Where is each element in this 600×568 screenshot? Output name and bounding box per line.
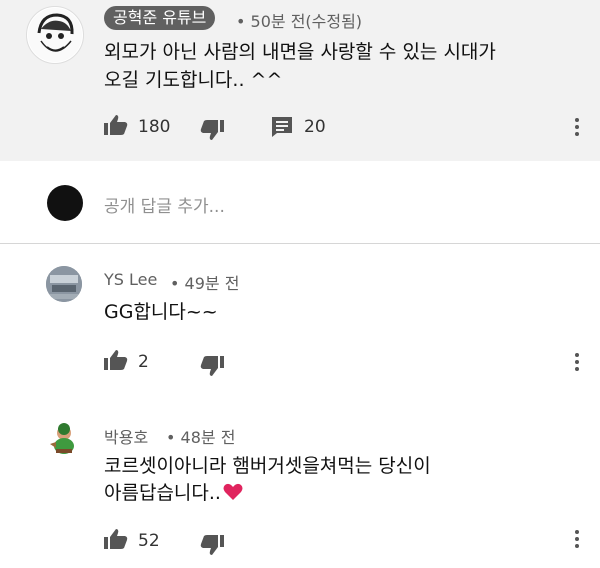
like-icon[interactable] xyxy=(104,114,128,136)
reply-input[interactable]: 공개 답글 추가... xyxy=(104,192,225,217)
reply-text: GG합니다~~ xyxy=(104,301,218,323)
heart-icon xyxy=(223,483,243,500)
reply-count: 20 xyxy=(304,117,326,137)
comment-text-line-2: 오길 기도합니다.. ^^ xyxy=(104,69,283,91)
reply-avatar[interactable] xyxy=(46,266,82,302)
reply-text-line-2: 아름답습니다.. xyxy=(104,479,243,507)
like-icon[interactable] xyxy=(104,349,128,371)
reply-icon[interactable] xyxy=(271,116,293,138)
dislike-icon[interactable] xyxy=(200,355,224,377)
like-count: 52 xyxy=(138,531,160,551)
dislike-icon[interactable] xyxy=(200,534,224,556)
more-options-icon[interactable] xyxy=(575,353,579,374)
reply-timestamp: • 49분 전 xyxy=(170,274,240,293)
comment-timestamp: • 50분 전(수정됨) xyxy=(236,12,363,31)
dislike-icon[interactable] xyxy=(200,119,224,141)
reply-text-line-1: 코르셋이아니라 햄버거셋을쳐먹는 당신이 xyxy=(104,455,431,477)
divider xyxy=(0,243,600,244)
reply-text-line-2-text: 아름답습니다.. xyxy=(104,482,221,504)
more-options-icon[interactable] xyxy=(575,530,579,551)
more-options-icon[interactable] xyxy=(575,118,579,139)
reply-timestamp: • 48분 전 xyxy=(166,428,236,447)
like-icon[interactable] xyxy=(104,528,128,550)
reply-author[interactable]: YS Lee xyxy=(104,270,157,289)
top-comment: 공혁준 유튜브 • 50분 전(수정됨) 외모가 아닌 사람의 내면을 사랑할 … xyxy=(0,0,600,161)
reply-author[interactable]: 박용호 xyxy=(104,424,148,448)
channel-name-chip[interactable]: 공혁준 유튜브 xyxy=(104,6,216,30)
channel-avatar[interactable] xyxy=(26,6,84,64)
like-count: 180 xyxy=(138,117,171,137)
comment-text-line-1: 외모가 아닌 사람의 내면을 사랑할 수 있는 시대가 xyxy=(104,41,496,63)
reply-avatar[interactable] xyxy=(46,420,82,456)
like-count: 2 xyxy=(138,352,149,372)
user-avatar xyxy=(47,185,83,221)
